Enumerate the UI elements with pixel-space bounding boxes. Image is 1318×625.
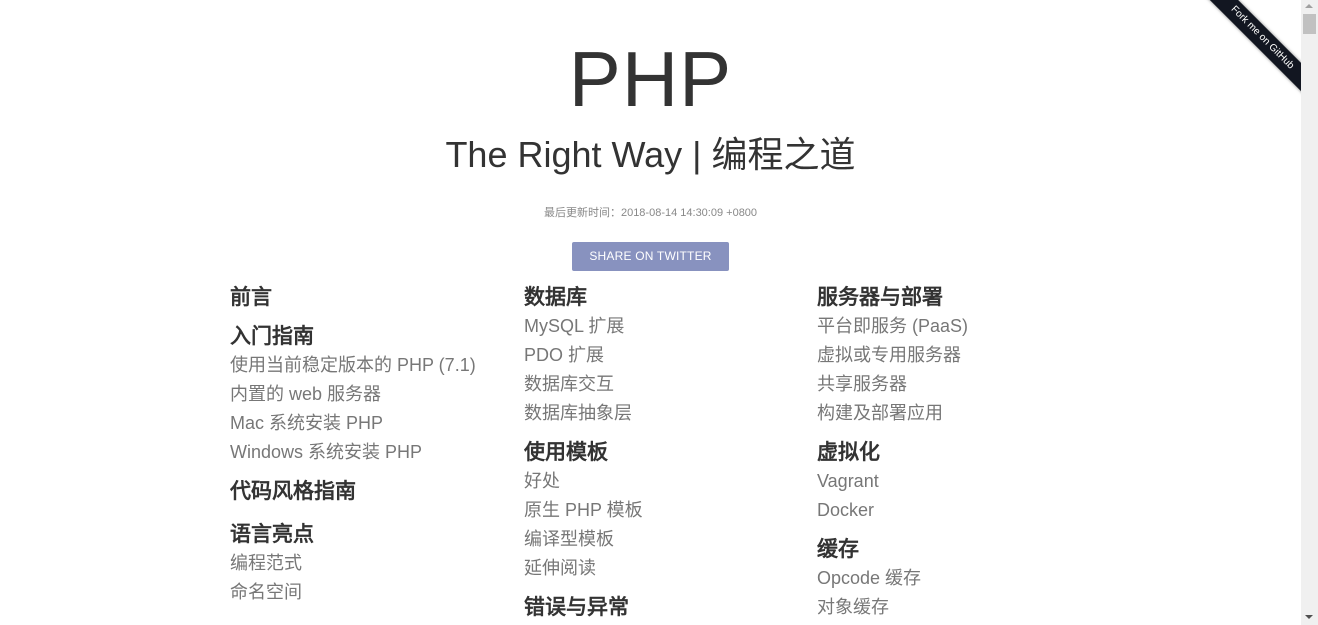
toc-link[interactable]: 延伸阅读	[524, 554, 804, 583]
toc-heading[interactable]: 使用模板	[524, 438, 804, 467]
toc-column-3: 服务器与部署 平台即服务 (PaaS) 虚拟或专用服务器 共享服务器 构建及部署…	[817, 283, 1097, 625]
fork-on-github-ribbon[interactable]: Fork me on GitHub	[1201, 0, 1301, 99]
page-subtitle: The Right Way | 编程之道	[445, 134, 856, 175]
toc-section-templating: 使用模板 好处 原生 PHP 模板 编译型模板 延伸阅读	[524, 438, 804, 583]
toc-link[interactable]: 好处	[524, 467, 804, 496]
toc-link[interactable]: MySQL 扩展	[524, 312, 804, 341]
toc-link[interactable]: 虚拟或专用服务器	[817, 341, 1097, 370]
toc-heading[interactable]: 虚拟化	[817, 438, 1097, 467]
toc-link[interactable]: 编程范式	[230, 549, 510, 578]
toc-section-errors-exceptions: 错误与异常	[524, 593, 804, 622]
toc-link[interactable]: Vagrant	[817, 467, 1097, 496]
last-updated: 最后更新时间：2018-08-14 14:30:09 +0800	[543, 207, 758, 219]
toc-link[interactable]: 共享服务器	[817, 370, 1097, 399]
toc-heading[interactable]: 服务器与部署	[817, 283, 1097, 312]
hero: PHP The Right Way | 编程之道 最后更新时间：2018-08-…	[0, 0, 1301, 271]
toc-link[interactable]: Windows 系统安装 PHP	[230, 438, 510, 467]
toc-link[interactable]: 命名空间	[230, 578, 510, 607]
toc-heading[interactable]: 错误与异常	[524, 593, 804, 622]
toc-link[interactable]: 原生 PHP 模板	[524, 496, 804, 525]
toc-heading[interactable]: 入门指南	[230, 322, 510, 351]
page: PHP The Right Way | 编程之道 最后更新时间：2018-08-…	[0, 0, 1301, 625]
toc-link[interactable]: 构建及部署应用	[817, 399, 1097, 428]
toc-link[interactable]: Mac 系统安装 PHP	[230, 409, 510, 438]
toc-link[interactable]: 编译型模板	[524, 525, 804, 554]
vertical-scrollbar[interactable]	[1301, 0, 1318, 625]
toc-section-virtualization: 虚拟化 Vagrant Docker	[817, 438, 1097, 525]
toc-column-1: 前言 入门指南 使用当前稳定版本的 PHP (7.1) 内置的 web 服务器 …	[230, 283, 510, 617]
toc-link[interactable]: 对象缓存	[817, 593, 1097, 622]
toc-heading[interactable]: 代码风格指南	[230, 477, 510, 506]
toc-section-databases: 数据库 MySQL 扩展 PDO 扩展 数据库交互 数据库抽象层	[524, 283, 804, 428]
github-ribbon-container: Fork me on GitHub	[1191, 0, 1301, 110]
toc-link[interactable]: Opcode 缓存	[817, 564, 1097, 593]
toc-link[interactable]: 使用当前稳定版本的 PHP (7.1)	[230, 351, 510, 380]
toc-heading[interactable]: 前言	[230, 283, 510, 312]
toc-section-language-highlights: 语言亮点 编程范式 命名空间	[230, 520, 510, 607]
toc-section-getting-started: 入门指南 使用当前稳定版本的 PHP (7.1) 内置的 web 服务器 Mac…	[230, 322, 510, 467]
page-title: PHP	[568, 35, 733, 123]
toc-section-caching: 缓存 Opcode 缓存 对象缓存	[817, 535, 1097, 622]
scrollbar-thumb[interactable]	[1303, 14, 1316, 34]
toc-link[interactable]: PDO 扩展	[524, 341, 804, 370]
toc-link[interactable]: 平台即服务 (PaaS)	[817, 312, 1097, 341]
toc-heading[interactable]: 缓存	[817, 535, 1097, 564]
toc-link[interactable]: 内置的 web 服务器	[230, 380, 510, 409]
toc-column-2: 数据库 MySQL 扩展 PDO 扩展 数据库交互 数据库抽象层 使用模板 好处…	[524, 283, 804, 625]
toc-heading[interactable]: 语言亮点	[230, 520, 510, 549]
toc-section-preface: 前言	[230, 283, 510, 312]
toc-link[interactable]: 数据库交互	[524, 370, 804, 399]
share-on-twitter-button[interactable]: SHARE ON TWITTER	[572, 242, 729, 271]
toc-heading[interactable]: 数据库	[524, 283, 804, 312]
toc-section-code-style: 代码风格指南	[230, 477, 510, 506]
toc-section-servers-deployment: 服务器与部署 平台即服务 (PaaS) 虚拟或专用服务器 共享服务器 构建及部署…	[817, 283, 1097, 428]
scroll-up-arrow-icon[interactable]	[1305, 4, 1313, 8]
toc-link[interactable]: 数据库抽象层	[524, 399, 804, 428]
scroll-down-arrow-icon[interactable]	[1305, 615, 1313, 619]
toc-link[interactable]: Docker	[817, 496, 1097, 525]
